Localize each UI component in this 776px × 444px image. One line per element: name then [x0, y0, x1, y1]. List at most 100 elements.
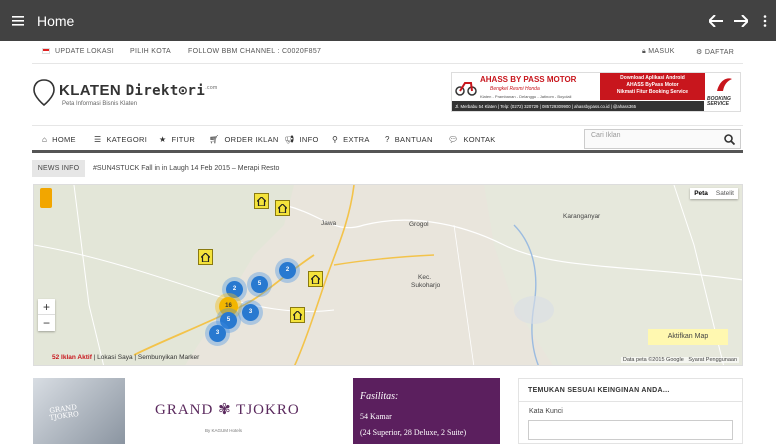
street-view-pegman-icon[interactable] — [40, 188, 52, 208]
star-icon: ★ — [159, 135, 167, 144]
forward-arrow-icon[interactable] — [728, 0, 754, 41]
nav-bantuan-label: BANTUAN — [394, 135, 433, 144]
hamburger-menu-icon[interactable] — [0, 0, 36, 41]
update-lokasi-label: UPDATE LOKASI — [55, 48, 115, 55]
web-page: UPDATE LOKASI PILIH KOTA FOLLOW BBM CHAN… — [0, 41, 776, 444]
ad-footer: Jl. Merbabu 54 Klaten | Telp: (0272) 320… — [452, 101, 704, 111]
nav-extra[interactable]: ⚲ EXTRA — [332, 135, 370, 144]
news-ticker: NEWS INFO #SUN4STUCK Fall in in Laugh 14… — [32, 160, 743, 177]
map-label-jawa: Jawa — [321, 220, 337, 227]
news-headline[interactable]: #SUN4STUCK Fall in in Laugh 14 Feb 2015 … — [93, 160, 279, 177]
lokasi-saya-link[interactable]: Lokasi Saya — [97, 354, 132, 361]
hotel-building-image: GRAND TJOKRO — [33, 378, 125, 444]
nav-kontak[interactable]: 💬︎ KONTAK — [448, 135, 496, 144]
list-icon: ☰ — [94, 135, 102, 144]
nav-info-label: INFO — [299, 135, 319, 144]
megaphone-icon: 📢︎ — [284, 135, 295, 144]
search-box[interactable]: Cari Iklan — [584, 129, 741, 149]
help-icon: ? — [385, 135, 390, 144]
masuk-label: MASUK — [648, 48, 675, 55]
search-icon[interactable] — [724, 134, 735, 145]
chat-icon: 💬︎ — [448, 135, 459, 144]
nav-order-iklan[interactable]: 🛒︎ ORDER IKLAN — [209, 135, 279, 144]
map-view[interactable]: Jawa Grogol Karanganyar Kec. Sukoharjo P… — [33, 184, 743, 366]
follow-bbm-text: FOLLOW BBM CHANNEL : C0020F857 — [188, 48, 322, 55]
indonesia-flag-icon — [42, 48, 50, 54]
aktifkan-map-button[interactable]: Aktifkan Map — [648, 329, 728, 345]
map-status-bar: 52 Iklan Aktif | Lokasi Saya | Sembunyik… — [52, 354, 200, 361]
map-type-satelit[interactable]: Satelit — [712, 188, 738, 199]
map-credits: Data peta ©2015 Google Syarat Penggunaan — [620, 357, 739, 363]
divider — [32, 63, 743, 64]
back-arrow-icon[interactable] — [704, 0, 728, 41]
hotel-name: GRAND ✾ TJOKRO — [155, 402, 300, 418]
keyword-label: Kata Kunci — [529, 408, 563, 415]
house-marker-icon[interactable] — [198, 249, 213, 265]
daftar-link[interactable]: ⚙ DAFTAR — [696, 48, 734, 56]
ad-promo-box: Download Aplikasi Android AHASS ByPass M… — [600, 73, 705, 100]
tagline: Peta Informasi Bisnis Klaten — [62, 101, 138, 107]
marker-cluster[interactable]: 2 — [226, 281, 243, 298]
update-lokasi-link[interactable]: UPDATE LOKASI — [42, 48, 114, 55]
cart-icon: 🛒︎ — [209, 135, 220, 144]
map-label-grogol: Grogol — [409, 221, 429, 228]
ad-subtitle: Bengkel Resmi Honda — [490, 86, 540, 92]
zoom-in-button[interactable]: + — [38, 299, 55, 315]
map-label-karanganyar: Karanganyar — [563, 213, 601, 220]
marker-cluster[interactable]: 3 — [209, 325, 226, 342]
hotel-group: By KAGUM Hotels — [205, 428, 243, 433]
map-label-kec: Kec. — [418, 274, 432, 281]
grand-tjokro-banner[interactable]: GRAND TJOKRO GRAND ✾ TJOKRO By KAGUM Hote… — [33, 378, 500, 444]
house-marker-icon[interactable] — [275, 200, 290, 216]
sembunyikan-marker-link[interactable]: Sembunyikan Marker — [138, 354, 199, 361]
ad-services: Klaten - Prambanan - Delanggu - Jatinom … — [480, 94, 572, 99]
search-input[interactable]: Cari Iklan — [591, 132, 621, 139]
marker-cluster[interactable]: 5 — [251, 276, 268, 293]
home-icon: ⌂ — [42, 135, 48, 144]
marker-cluster[interactable]: 3 — [242, 304, 259, 321]
nav-bantuan[interactable]: ? BANTUAN — [385, 135, 433, 144]
nav-home[interactable]: ⌂ HOME — [42, 135, 76, 144]
house-marker-icon[interactable] — [254, 193, 269, 209]
pilih-kota-link[interactable]: PILIH KOTA — [130, 48, 171, 55]
booking-service-label: BOOKING SERVICE — [707, 96, 731, 107]
map-type-switch: Peta Satelit — [690, 188, 738, 199]
filter-heading: TEMUKAN SESUAI KEINGINAN ANDA... — [519, 379, 742, 402]
house-marker-icon[interactable] — [308, 271, 323, 287]
nav-extra-label: EXTRA — [343, 135, 370, 144]
gear-icon: ⚙ — [696, 49, 703, 56]
nav-info[interactable]: 📢︎ INFO — [284, 135, 319, 144]
ad-title: AHASS BY PASS MOTOR — [480, 75, 577, 84]
motorbike-icon — [455, 82, 477, 96]
ahass-ad-banner[interactable]: AHASS BY PASS MOTOR Bengkel Resmi Honda … — [451, 72, 741, 112]
filter-widget: TEMUKAN SESUAI KEINGINAN ANDA... Kata Ku… — [518, 378, 743, 444]
keyword-input[interactable] — [528, 420, 733, 440]
house-marker-icon[interactable] — [290, 307, 305, 323]
terms-link[interactable]: Syarat Penggunaan — [688, 357, 737, 363]
news-label: NEWS INFO — [32, 160, 85, 177]
map-background — [34, 185, 742, 365]
active-ads-count[interactable]: 52 Iklan Aktif — [52, 354, 92, 361]
marker-cluster[interactable]: 2 — [279, 262, 296, 279]
lock-icon: 🔒︎ — [642, 48, 647, 55]
map-pin-logo-icon — [33, 79, 55, 106]
overflow-menu-icon[interactable] — [754, 0, 776, 41]
masuk-link[interactable]: 🔒︎ MASUK — [642, 48, 675, 56]
nav-home-label: HOME — [52, 135, 76, 144]
site-logo[interactable]: KLATEN Direkt⊙ri.com Peta Informasi Bisn… — [33, 79, 218, 107]
facilities-title: Fasilitas: — [360, 391, 399, 402]
main-nav: ⌂ HOME ☰ KATEGORI ★ FITUR 🛒︎ ORDER IKLAN 📢︎ I… — [32, 125, 743, 153]
app-title: Home — [37, 12, 75, 29]
nav-fitur-label: FITUR — [171, 135, 196, 144]
app-bar: Home — [0, 0, 776, 41]
zoom-out-button[interactable]: − — [38, 315, 55, 331]
nav-fitur[interactable]: ★ FITUR — [159, 135, 195, 144]
top-bar: UPDATE LOKASI PILIH KOTA FOLLOW BBM CHAN… — [32, 41, 743, 63]
brand-name: KLATEN Direkt⊙ri.com — [59, 82, 218, 99]
map-label-sukoharjo: Sukoharjo — [411, 282, 441, 289]
flower-logo-icon: ✾ — [218, 402, 232, 418]
search-icon: ⚲ — [332, 135, 339, 144]
nav-kategori[interactable]: ☰ KATEGORI — [94, 135, 147, 144]
map-type-peta[interactable]: Peta — [690, 188, 712, 199]
nav-kontak-label: KONTAK — [463, 135, 496, 144]
